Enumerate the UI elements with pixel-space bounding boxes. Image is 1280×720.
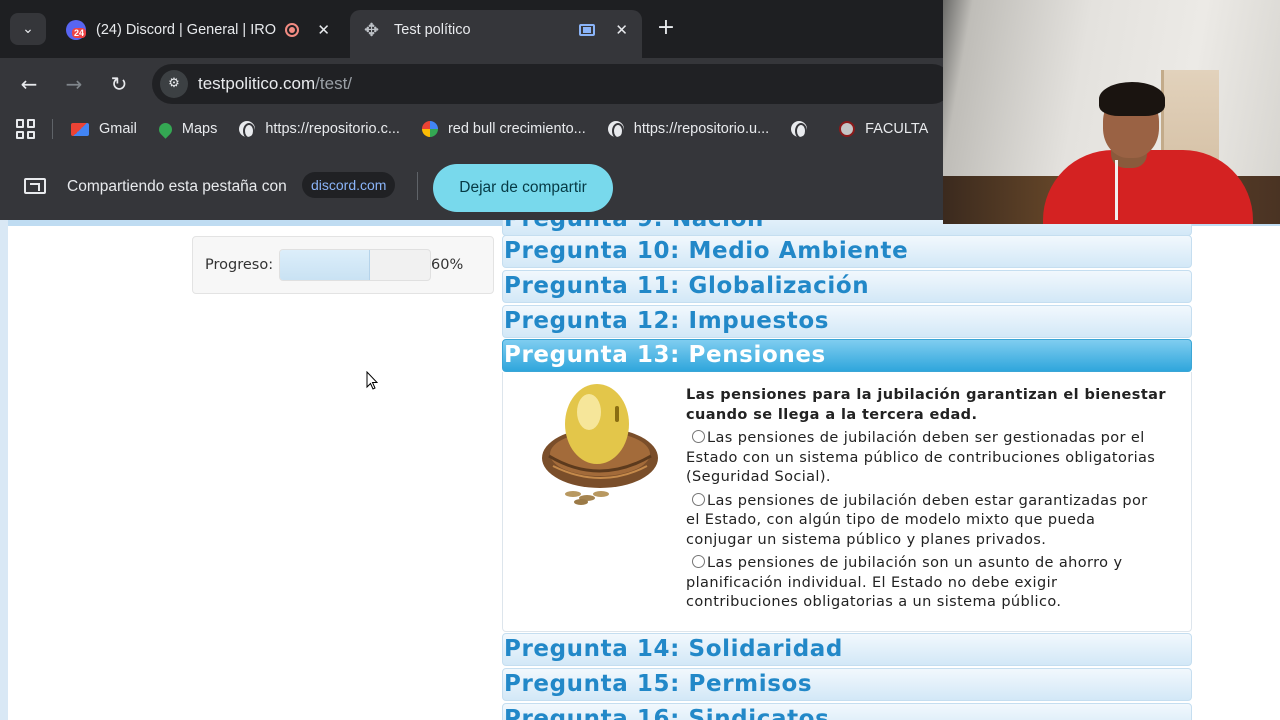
globe-icon (791, 121, 808, 139)
discord-favicon-icon: 24 (66, 20, 86, 40)
bookmark-red-bull[interactable]: red bull crecimiento... (421, 121, 586, 137)
back-arrow-icon[interactable]: ← (13, 68, 45, 100)
move-icon: ✥ (364, 20, 380, 40)
bookmark-label: https://repositorio.u... (633, 121, 770, 137)
bookmark-label: FACULTA (865, 121, 929, 137)
answer-radio-2[interactable] (692, 492, 705, 506)
answer-text: Las pensiones de jubilación deben ser ge… (686, 430, 1156, 485)
google-icon (421, 121, 438, 137)
bookmark-repositorio-c[interactable]: https://repositorio.c... (239, 121, 400, 139)
question-header-10[interactable]: Pregunta 10: Medio Ambiente (502, 235, 1192, 268)
progress-bar (279, 249, 431, 281)
bookmark-facultad[interactable]: FACULTA (839, 121, 928, 137)
forward-arrow-icon[interactable]: → (58, 68, 90, 100)
bookmark-gmail[interactable]: Gmail (71, 121, 137, 137)
bookmark-maps[interactable]: Maps (156, 119, 218, 139)
progress-bar-fill (280, 250, 370, 280)
bookmark-globe[interactable] (791, 121, 817, 139)
tab-test-politico[interactable]: ✥ Test político ✕ (350, 10, 642, 58)
sharing-text: Compartiendo esta pestaña con (67, 178, 287, 195)
url-domain: testpolitico.com (198, 74, 316, 93)
globe-icon (607, 121, 624, 139)
question-body: Las pensiones para la jubilación garanti… (686, 386, 1166, 617)
screen-share-icon (24, 178, 46, 194)
answer-text: Las pensiones de jubilación deben estar … (686, 492, 1148, 548)
reload-icon[interactable]: ↻ (103, 68, 135, 100)
site-info-icon[interactable]: ⚙ (160, 70, 188, 98)
discord-badge-count: 24 (71, 28, 86, 38)
cast-icon (579, 24, 596, 36)
maps-icon (156, 119, 175, 139)
sharing-divider (417, 172, 418, 200)
question-panel-13: Las pensiones para la jubilación garanti… (502, 372, 1192, 632)
progress-value: 60% (431, 257, 464, 273)
recording-icon (285, 23, 300, 37)
page-left-edge (0, 220, 8, 720)
tab-title: (24) Discord | General | IRON (96, 22, 278, 38)
tab-discord[interactable]: 24 (24) Discord | General | IRON ✕ (52, 10, 344, 50)
question-header-13[interactable]: Pregunta 13: Pensiones (502, 339, 1192, 372)
answer-text: Las pensiones de jubilación son un asunt… (686, 555, 1123, 610)
gmail-icon (71, 122, 89, 136)
question-header-11[interactable]: Pregunta 11: Globalización (502, 270, 1192, 303)
mouse-cursor-icon (366, 371, 378, 390)
sharing-domain-chip: discord.com (302, 172, 396, 198)
faculty-icon (839, 121, 856, 137)
url-text: testpolitico.com/test/ (198, 74, 352, 94)
bookmark-label: Gmail (99, 121, 137, 137)
golden-egg-nest-image (542, 384, 658, 505)
progress-label: Progreso: (205, 257, 274, 273)
webcam-earphone-wire (1115, 160, 1118, 220)
bookmark-repositorio-u[interactable]: https://repositorio.u... (607, 121, 770, 139)
answer-radio-1[interactable] (692, 430, 705, 443)
bookmark-label: red bull crecimiento... (447, 121, 586, 137)
question-header-12[interactable]: Pregunta 12: Impuestos (502, 305, 1192, 338)
answer-radio-3[interactable] (692, 555, 705, 568)
address-bar[interactable]: ⚙ testpolitico.com/test/ (152, 64, 952, 104)
new-tab-button[interactable]: + (652, 14, 680, 42)
bookmark-label: Maps (181, 121, 218, 137)
page-content: Progreso: 60% Pregunta 9: Nación Pregunt… (0, 220, 1280, 720)
tab-title: Test político (394, 22, 471, 38)
bookmark-label: https://repositorio.c... (265, 121, 400, 137)
progress-widget: Progreso: 60% (192, 236, 494, 294)
url-path: /test/ (315, 74, 353, 93)
answer-option-3[interactable]: Las pensiones de jubilación son un asunt… (686, 554, 1166, 613)
globe-icon (239, 121, 256, 139)
answer-option-2[interactable]: Las pensiones de jubilación deben estar … (686, 492, 1166, 551)
close-icon[interactable]: ✕ (615, 21, 628, 39)
webcam-person-hair (1099, 82, 1165, 116)
question-header-16[interactable]: Pregunta 16: Sindicatos (502, 703, 1192, 720)
bookmark-separator (52, 119, 53, 139)
question-text: Las pensiones para la jubilación garanti… (686, 387, 1166, 423)
answer-option-1[interactable]: Las pensiones de jubilación deben ser ge… (686, 429, 1166, 488)
apps-grid-icon[interactable] (16, 119, 36, 139)
webcam-person-shirt (1043, 150, 1253, 224)
question-header-15[interactable]: Pregunta 15: Permisos (502, 668, 1192, 701)
question-header-14[interactable]: Pregunta 14: Solidaridad (502, 633, 1192, 666)
tab-search-button[interactable]: ⌄ (10, 13, 46, 45)
close-icon[interactable]: ✕ (317, 21, 330, 39)
stop-sharing-button[interactable]: Dejar de compartir (433, 164, 613, 212)
webcam-overlay (943, 0, 1280, 224)
